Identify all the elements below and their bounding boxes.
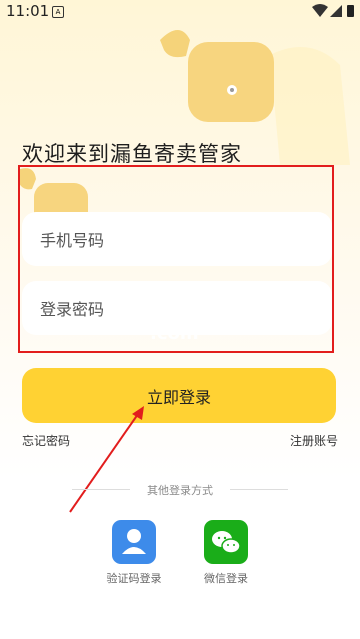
phone-field[interactable] — [22, 212, 336, 268]
wechat-login-option[interactable]: 微信登录 — [186, 520, 266, 586]
register-link[interactable]: 注册账号 — [290, 432, 338, 449]
watermark-site: 游戏之家 — [180, 306, 225, 319]
mascot-fish-icon — [160, 30, 274, 122]
wechat-login-label: 微信登录 — [204, 572, 248, 585]
watermark-domain: .com — [150, 323, 199, 344]
wechat-icon[interactable] — [204, 520, 248, 564]
signal-icon — [330, 5, 342, 17]
wifi-icon — [312, 4, 328, 17]
phone-input[interactable] — [38, 212, 336, 268]
other-login-title: 其他登录方式 — [147, 484, 213, 497]
user-profile-icon[interactable] — [112, 520, 156, 564]
code-login-label: 验证码登录 — [106, 572, 162, 585]
divider-line-right — [230, 489, 288, 490]
status-time: 11:01 — [6, 2, 50, 20]
notification-icon: A — [52, 6, 64, 18]
code-login-option[interactable]: 验证码登录 — [94, 520, 174, 586]
watermark: K73 游戏之家 .com — [116, 298, 225, 344]
other-login-divider: 其他登录方式 — [72, 482, 288, 497]
welcome-title: 欢迎来到漏鱼寄卖管家 — [22, 142, 242, 166]
annotation-arrow-icon — [69, 406, 144, 513]
battery-icon — [347, 5, 354, 17]
